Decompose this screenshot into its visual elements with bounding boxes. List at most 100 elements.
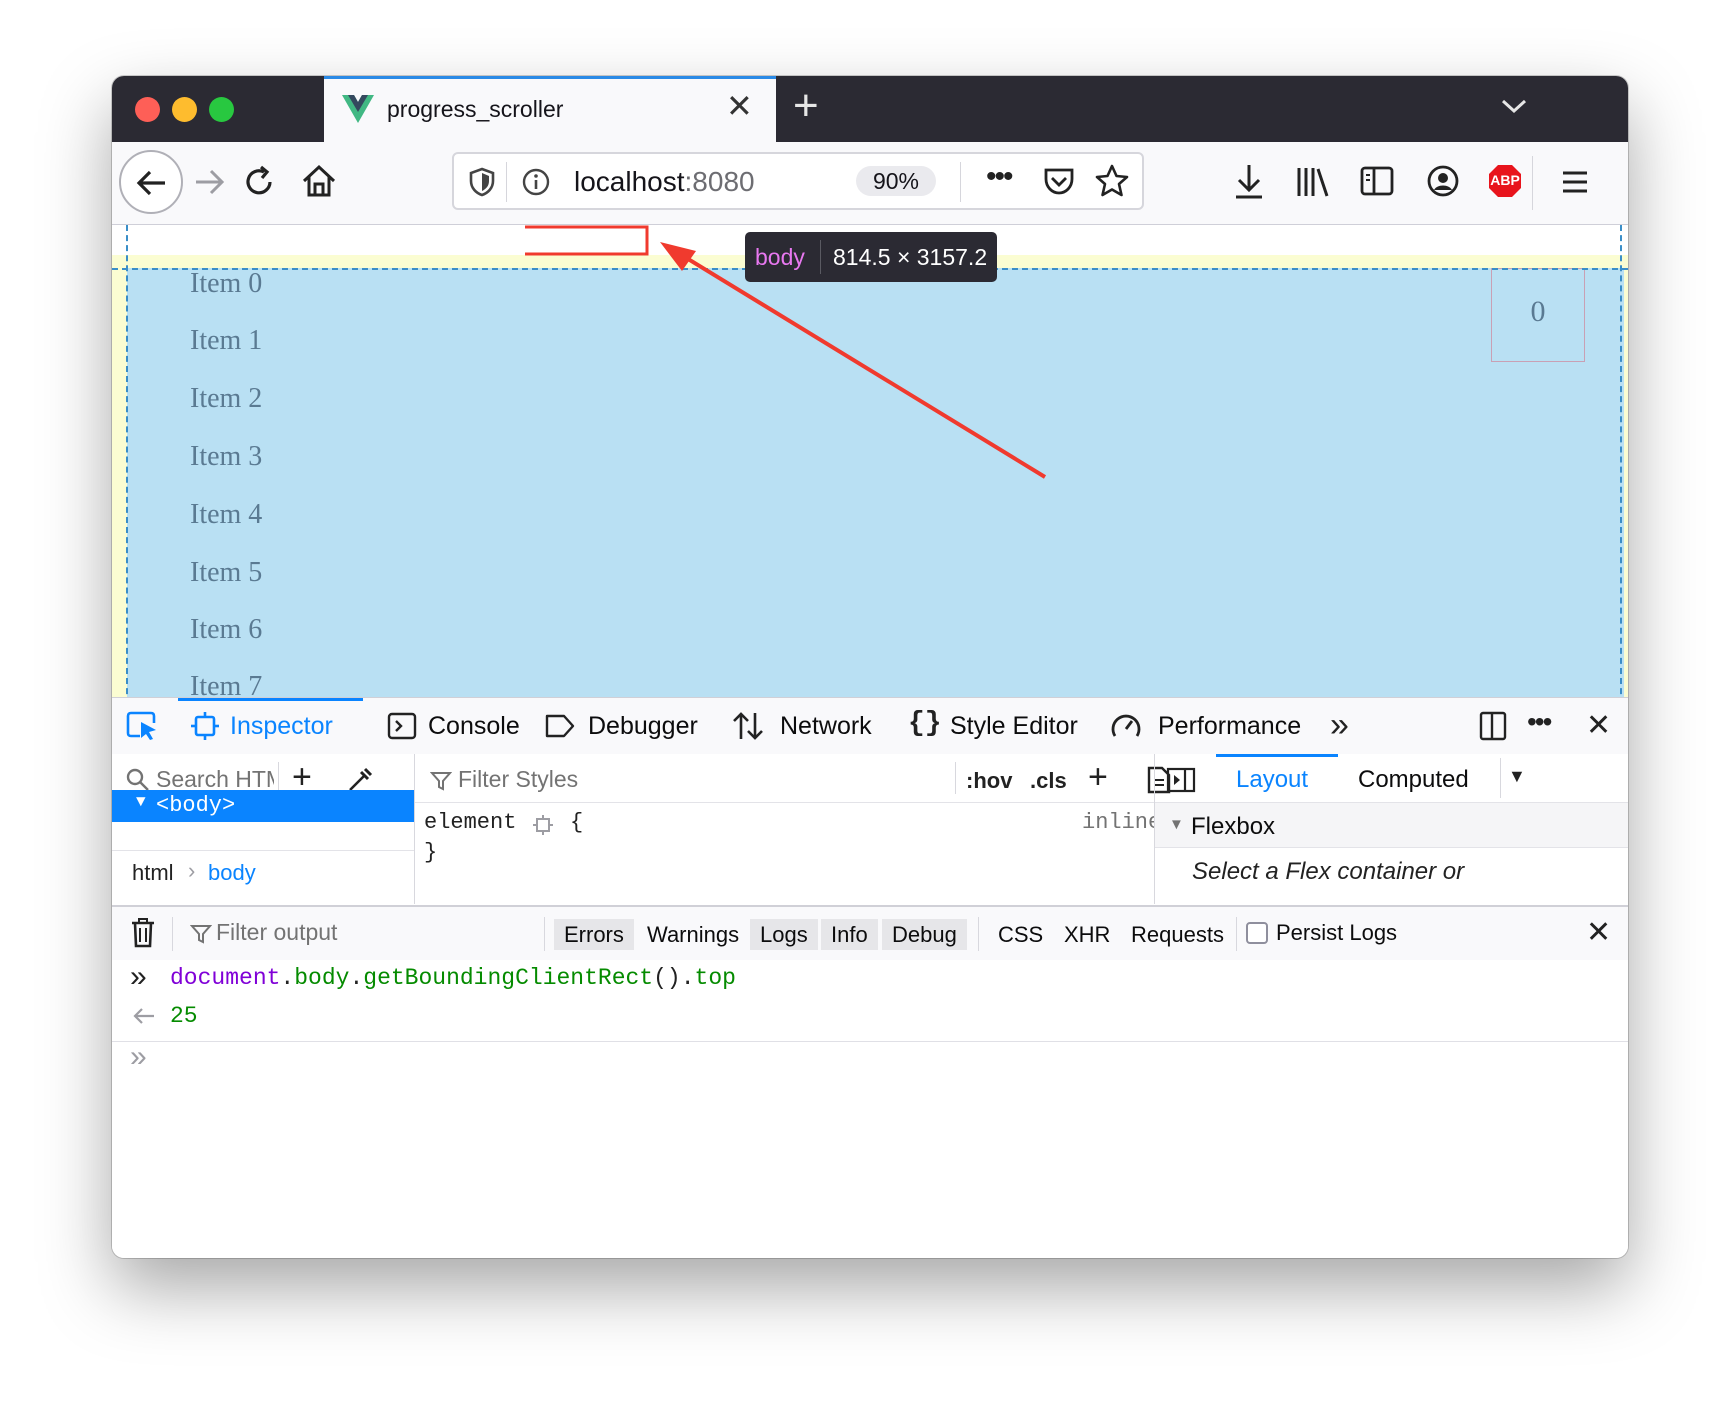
- divider: [544, 917, 545, 951]
- divider: [172, 917, 173, 951]
- tooltip-separator: [820, 240, 821, 274]
- url-bar[interactable]: localhost:8080 90% •••: [452, 152, 1144, 210]
- dock-side-icon[interactable]: [1478, 710, 1508, 742]
- tab-label: Inspector: [230, 712, 333, 740]
- trash-icon[interactable]: [130, 917, 156, 949]
- tab-title: progress_scroller: [387, 96, 564, 122]
- performance-icon: [1111, 714, 1141, 737]
- filter-debug[interactable]: Debug: [882, 919, 967, 950]
- tab-layout-label: Layout: [1236, 766, 1309, 793]
- tab-active-indicator: [324, 76, 776, 79]
- filter-icon: [430, 772, 452, 791]
- toolbar-separator: [1532, 156, 1533, 210]
- console-filter-input[interactable]: Filter output: [216, 919, 536, 949]
- tracking-shield-icon[interactable]: [468, 166, 496, 198]
- filter-info[interactable]: Info: [821, 919, 878, 950]
- tab-progress-scroller[interactable]: progress_scroller ✕: [324, 76, 776, 142]
- divider: [955, 762, 956, 794]
- account-icon[interactable]: [1425, 163, 1461, 199]
- cls-toggle[interactable]: .cls: [1030, 768, 1067, 794]
- hamburger-menu-icon[interactable]: [1561, 168, 1589, 196]
- url-separator: [506, 162, 507, 202]
- breadcrumb-html[interactable]: html: [132, 860, 174, 886]
- console-result: 25: [170, 1003, 198, 1029]
- close-window-button[interactable]: [135, 97, 160, 122]
- devtools-options-icon[interactable]: •••: [1527, 706, 1552, 738]
- hov-toggle[interactable]: :hov: [966, 768, 1012, 794]
- rule-source: inline: [1082, 810, 1162, 835]
- url-host: localhost: [574, 166, 685, 197]
- url-text[interactable]: localhost:8080: [574, 166, 755, 198]
- tab-computed[interactable]: Computed: [1358, 766, 1469, 794]
- persist-logs-checkbox[interactable]: [1246, 922, 1268, 944]
- tab-close-icon[interactable]: ✕: [726, 90, 753, 122]
- divider: [415, 802, 1154, 803]
- pane-divider: [414, 754, 415, 904]
- result-arrow-icon: [133, 1008, 154, 1024]
- debugger-icon: [545, 714, 575, 738]
- close-split-console-icon[interactable]: ✕: [1586, 915, 1611, 950]
- expr-dot: .: [280, 965, 295, 991]
- style-editor-icon: {}: [908, 708, 942, 739]
- side-panel-menu-icon[interactable]: ▼: [1508, 766, 1526, 787]
- filter-xhr[interactable]: XHR: [1054, 919, 1120, 950]
- divider: [112, 1041, 1628, 1042]
- back-button[interactable]: [119, 150, 183, 214]
- home-icon[interactable]: [300, 162, 338, 200]
- downloads-icon[interactable]: [1232, 162, 1266, 202]
- tab-label: Network: [780, 712, 872, 740]
- library-icon[interactable]: [1295, 162, 1331, 200]
- zoom-window-button[interactable]: [209, 97, 234, 122]
- expr-property: body: [294, 965, 350, 991]
- more-tools-icon[interactable]: »: [1330, 706, 1349, 745]
- sidebar-icon[interactable]: [1359, 164, 1395, 198]
- tab-label: Debugger: [588, 712, 698, 740]
- rule-selector: element: [424, 810, 517, 835]
- console-input[interactable]: [170, 1044, 1590, 1080]
- bookmark-star-icon[interactable]: [1094, 163, 1130, 199]
- console-icon: [387, 712, 417, 740]
- expr-parens: (): [653, 965, 681, 991]
- filter-styles-input[interactable]: Filter Styles: [458, 766, 898, 796]
- filter-errors[interactable]: Errors: [554, 919, 634, 950]
- element-picker-icon[interactable]: [126, 710, 160, 742]
- network-icon: [733, 712, 763, 740]
- site-info-icon[interactable]: [521, 167, 551, 197]
- reload-icon[interactable]: [240, 163, 278, 201]
- page-viewport: Item 0 Item 1 Item 2 Item 3 Item 4 Item …: [112, 225, 1628, 697]
- toggle-panel-icon[interactable]: [1166, 766, 1196, 794]
- minimize-window-button[interactable]: [172, 97, 197, 122]
- flexbox-section-header[interactable]: ▼ Flexbox: [1155, 803, 1628, 847]
- new-tab-button[interactable]: +: [793, 84, 819, 128]
- close-devtools-icon[interactable]: ✕: [1586, 708, 1611, 743]
- rule-close-brace: }: [424, 840, 438, 865]
- pocket-icon[interactable]: [1042, 165, 1076, 197]
- zoom-indicator[interactable]: 90%: [856, 166, 936, 196]
- forward-arrow-icon[interactable]: [192, 165, 226, 199]
- input-prompt-icon: »: [130, 960, 147, 993]
- divider: [1155, 847, 1628, 848]
- filter-css[interactable]: CSS: [988, 919, 1053, 950]
- abp-label: ABP: [1490, 172, 1520, 188]
- expr-object: document: [170, 965, 281, 991]
- tab-label: Performance: [1158, 712, 1302, 740]
- expr-dot: .: [349, 965, 364, 991]
- add-rule-icon[interactable]: +: [1088, 758, 1108, 797]
- browser-window: progress_scroller ✕ + localhost:8080 90%…: [112, 76, 1628, 1258]
- flexbox-label: Flexbox: [1191, 813, 1276, 840]
- filter-requests[interactable]: Requests: [1121, 919, 1234, 950]
- adblock-plus-icon[interactable]: ABP: [1488, 164, 1522, 198]
- tab-layout[interactable]: Layout: [1216, 754, 1338, 802]
- expr-property: top: [694, 965, 736, 991]
- expand-arrow-icon: ▼: [136, 793, 146, 811]
- chevron-down-icon[interactable]: [1500, 96, 1528, 116]
- markup-node-body[interactable]: ▼ <body>: [112, 790, 414, 822]
- element-tooltip: body 814.5 × 3157.2: [745, 232, 997, 282]
- filter-logs[interactable]: Logs: [750, 919, 818, 950]
- devtools-toolbar: Inspector Console Debugger Network {} St…: [112, 697, 1628, 755]
- console-output: » document.body.getBoundingClientRect().…: [112, 960, 1628, 1258]
- page-actions-icon[interactable]: •••: [986, 160, 1013, 194]
- back-arrow-icon: [136, 170, 165, 196]
- filter-warnings[interactable]: Warnings: [637, 919, 749, 950]
- breadcrumb-body[interactable]: body: [208, 860, 256, 886]
